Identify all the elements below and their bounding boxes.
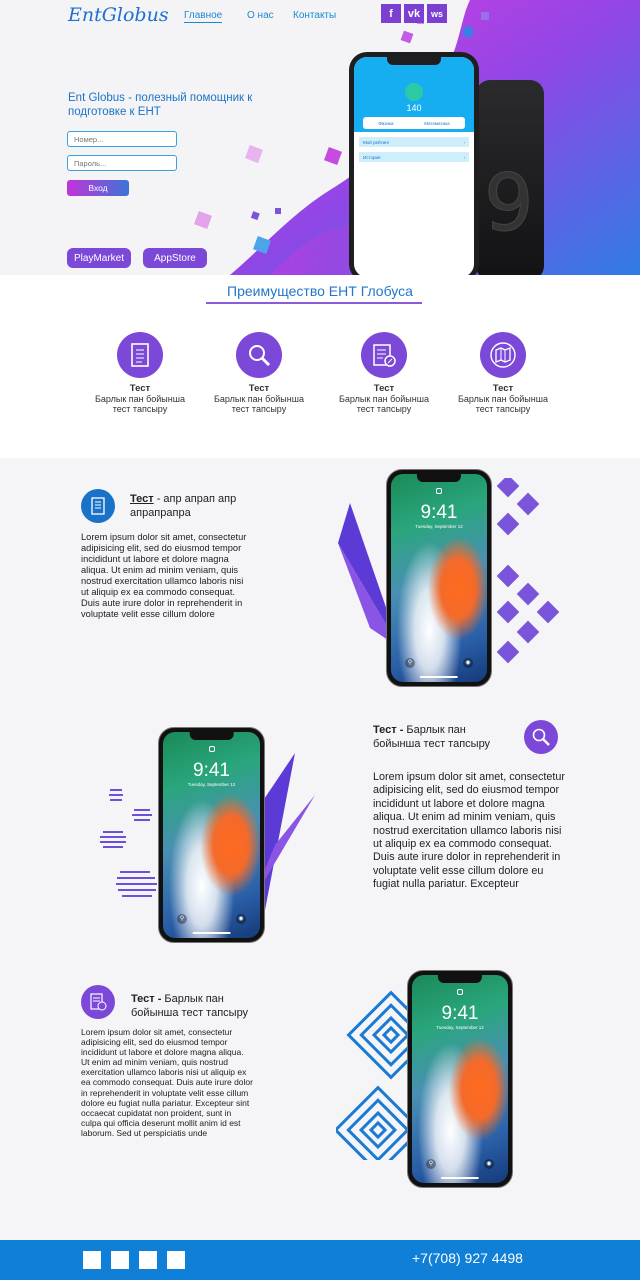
advantages-title: Преимущество ЕНТ Глобуса: [227, 283, 413, 299]
document-list-icon: [81, 489, 115, 523]
iphone-image: 9:41 Tuesday, September 12 ⚲ ◉: [407, 970, 513, 1188]
feature-2-text: Lorem ipsum dolor sit amet, consectetur …: [373, 771, 566, 891]
phone-notch: [387, 57, 441, 65]
footer-social-icon[interactable]: [111, 1251, 129, 1269]
feature-2-title: Тест - Барлык пан бойынша тест тапсыру: [373, 724, 491, 750]
appstore-button[interactable]: AppStore: [143, 248, 207, 268]
playmarket-button[interactable]: PlayMarket: [67, 248, 131, 268]
chevron-right-icon: ›: [463, 139, 466, 145]
hero-section: EntGlobus Главное О нас Контакты f vk ws…: [0, 0, 640, 275]
magnifier-icon: [236, 332, 282, 378]
iphone-image: 9:41 Tuesday, September 12 ⚲ ◉: [158, 727, 265, 943]
feature-1-text: Lorem ipsum dolor sit amet, consectetur …: [81, 532, 247, 619]
app-tab-physics: Физика: [378, 120, 394, 126]
advantage-item: Тест Барлык пан бойынша тест тапсыру: [209, 332, 309, 414]
advantage-item: Тест Барлык пан бойынша тест тапсыру: [334, 332, 434, 414]
avatar: [405, 83, 423, 101]
checklist-icon: [81, 985, 115, 1019]
nine-graphic: 9: [484, 159, 535, 250]
flashlight-icon: ⚲: [177, 914, 187, 924]
camera-icon: ◉: [236, 914, 246, 924]
feature-3-text: Lorem ipsum dolor sit amet, consectetur …: [81, 1027, 253, 1138]
footer-phone[interactable]: +7(708) 927 4498: [412, 1250, 523, 1266]
ws-icon[interactable]: ws: [427, 4, 447, 23]
magnifier-icon: [524, 720, 558, 754]
hero-title: Ent Globus - полезный помощник к подгото…: [68, 92, 253, 118]
vk-icon[interactable]: vk: [404, 4, 424, 23]
footer-social-icon[interactable]: [167, 1251, 185, 1269]
checklist-icon: [361, 332, 407, 378]
camera-icon: ◉: [463, 658, 473, 668]
iphone-image: 9:41 Tuesday, September 12 ⚲ ◉: [386, 469, 492, 687]
password-field[interactable]: [67, 155, 177, 171]
feature-3-title: Тест - Барлык пан бойынша тест тапсыру: [131, 993, 249, 1019]
chevron-right-icon: ›: [463, 154, 466, 160]
login-button[interactable]: Вход: [67, 180, 129, 196]
feature-1-title: Тест - апр апрап апр апрапрапра: [130, 493, 237, 519]
number-field[interactable]: [67, 131, 177, 147]
camera-icon: ◉: [484, 1159, 494, 1169]
svg-text:9: 9: [484, 159, 534, 249]
advantage-item: Тест Барлык пан бойынша тест тапсыру: [90, 332, 190, 414]
app-row-history: История ›: [359, 152, 469, 162]
app-screen: 140 Физика Математика Мой рейтинг › Истор…: [354, 57, 474, 275]
nav-home[interactable]: Главное: [184, 10, 223, 23]
advantages-underline: [206, 302, 422, 304]
nav-contacts[interactable]: Контакты: [293, 10, 336, 21]
footer-social-icon[interactable]: [83, 1251, 101, 1269]
map-icon: [480, 332, 526, 378]
document-list-icon: [117, 332, 163, 378]
app-row-rating: Мой рейтинг ›: [359, 137, 469, 147]
facebook-icon[interactable]: f: [381, 4, 401, 23]
app-score: 140: [406, 103, 422, 113]
site-logo[interactable]: EntGlobus: [68, 4, 169, 26]
flashlight-icon: ⚲: [405, 658, 415, 668]
app-tab-math: Математика: [424, 120, 450, 126]
app-subject-tabs: Физика Математика: [363, 117, 465, 129]
phone-back-image: 9: [476, 80, 544, 275]
flashlight-icon: ⚲: [426, 1159, 436, 1169]
advantage-item: Тест Барлык пан бойынша тест тапсыру: [453, 332, 553, 414]
nav-about[interactable]: О нас: [247, 10, 274, 21]
phone-front-image: 140 Физика Математика Мой рейтинг › Истор…: [349, 52, 479, 275]
footer-social-icon[interactable]: [139, 1251, 157, 1269]
